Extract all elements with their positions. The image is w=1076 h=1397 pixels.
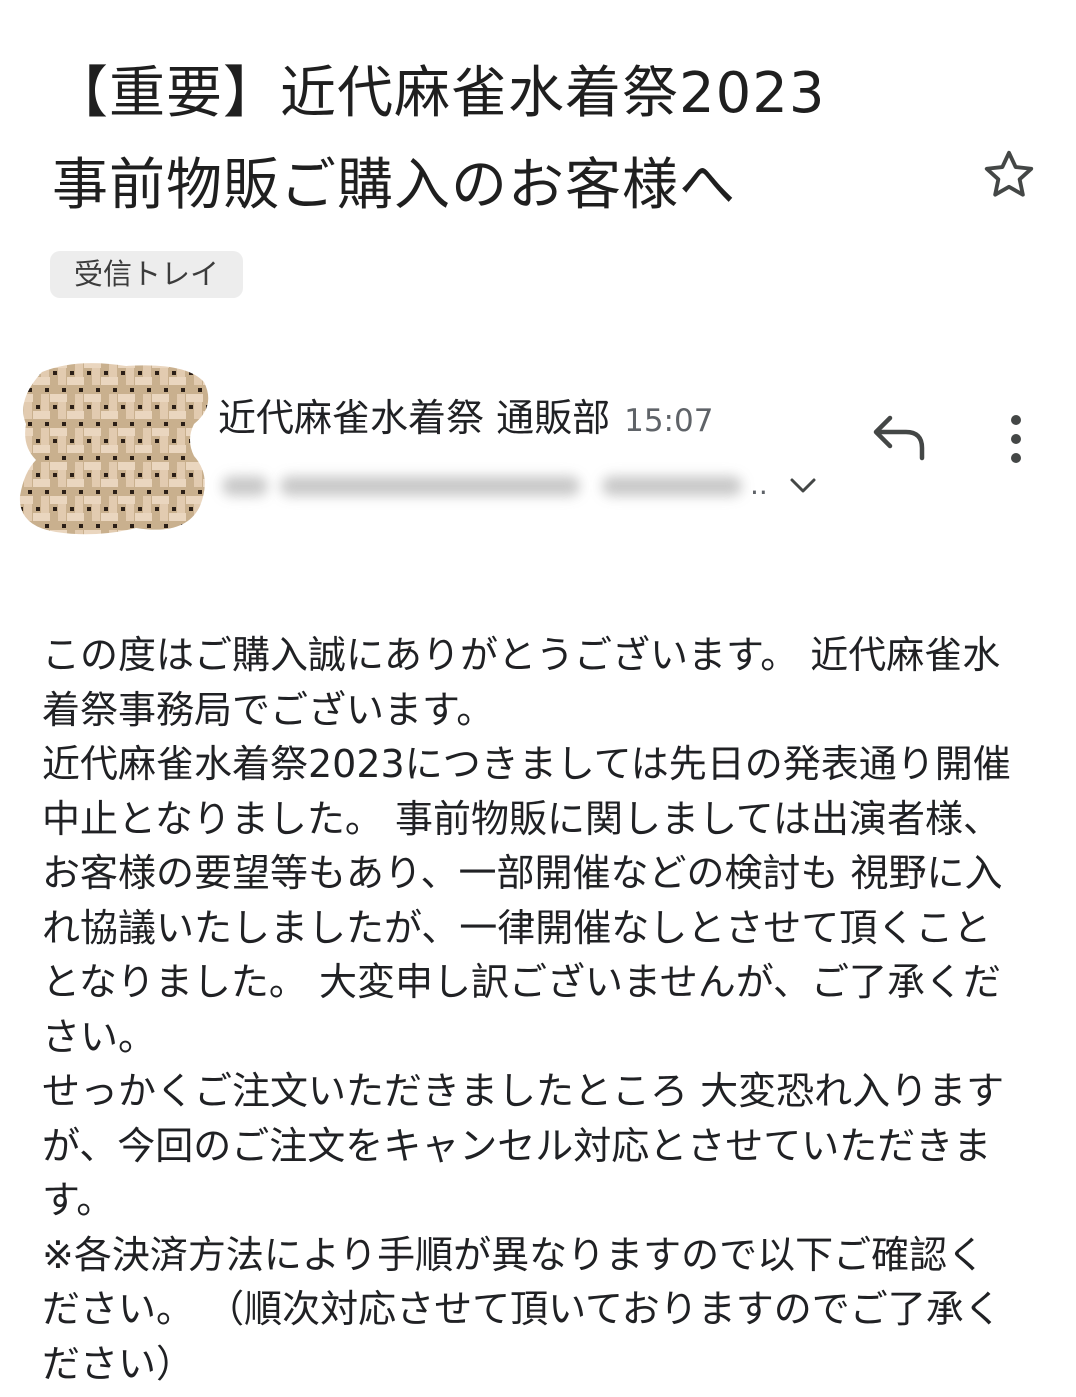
body-paragraph: せっかくご注文いただきましたところ 大変恐れ入りますが、今回のご注文をキャンセル… bbox=[42, 1069, 1005, 1222]
body-paragraph: ※各決済方法により手順が異なりますので以下ご確認ください。 （順次対応させて頂い… bbox=[42, 1232, 1002, 1386]
recipient-ellipsis: .. bbox=[750, 468, 768, 501]
redacted-recipient bbox=[280, 476, 580, 496]
redacted-recipient bbox=[222, 476, 268, 496]
chevron-down-icon[interactable] bbox=[786, 472, 820, 500]
star-icon[interactable] bbox=[980, 146, 1038, 204]
reply-icon[interactable] bbox=[870, 412, 928, 462]
email-subject: 【重要】近代麻雀水着祭2023 事前物販ご購入のお客様へ bbox=[52, 61, 826, 218]
body-paragraph: 近代麻雀水着祭2023につきましては先日の発表通り開催中止となりました。 事前物… bbox=[42, 742, 1011, 1059]
received-time: 15:07 bbox=[624, 403, 714, 439]
more-vertical-icon[interactable] bbox=[998, 410, 1034, 468]
email-body: この度はご購入誠にありがとうございます。 近代麻雀水着祭事務局でございます。 近… bbox=[42, 628, 1014, 1391]
sender-avatar bbox=[19, 363, 209, 535]
recipient-details[interactable]: .. bbox=[222, 460, 768, 510]
sender-name: 近代麻雀水着祭 通販部 bbox=[218, 396, 611, 440]
sender-row: 近代麻雀水着祭 通販部 15:07 bbox=[218, 388, 713, 448]
inbox-label-chip[interactable]: 受信トレイ bbox=[50, 251, 244, 298]
redacted-recipient bbox=[602, 476, 742, 496]
body-paragraph: この度はご購入誠にありがとうございます。 近代麻雀水着祭事務局でございます。 bbox=[42, 633, 1001, 732]
